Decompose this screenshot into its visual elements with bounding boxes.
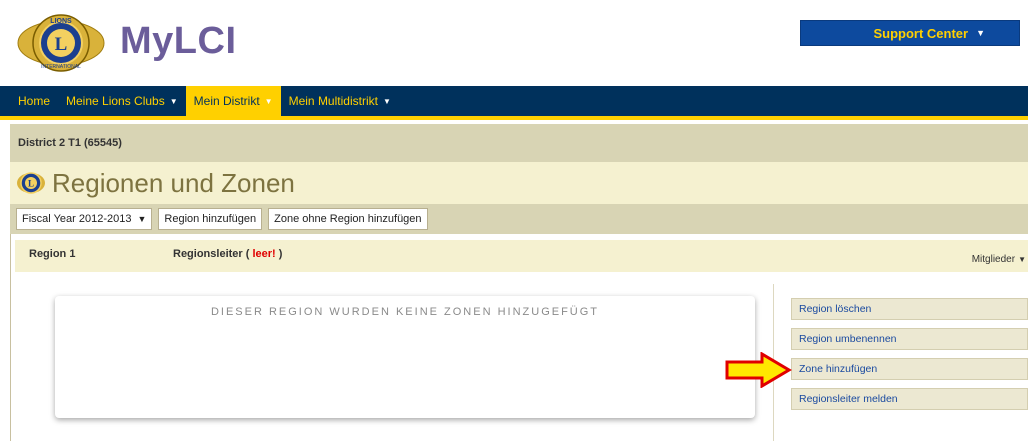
fiscal-year-select[interactable]: Fiscal Year 2012-2013 ▼ [16, 208, 153, 230]
brand-title: MyLCI [120, 20, 237, 62]
main-nav: Home Meine Lions Clubs ▼ Mein Distrikt ▼… [0, 86, 1028, 116]
svg-text:INTERNATIONAL: INTERNATIONAL [41, 64, 81, 70]
arrow-right-icon [725, 352, 792, 388]
nav-item-mein-multidistrikt[interactable]: Mein Multidistrikt ▼ [281, 86, 399, 116]
add-region-button[interactable]: Region hinzufügen [158, 208, 263, 230]
region-leader: Regionsleiter ( leer! ) [173, 248, 282, 260]
chevron-down-icon: ▼ [382, 96, 391, 106]
region-leader-suffix: ) [275, 248, 283, 260]
region-leader-empty[interactable]: leer! [252, 248, 275, 260]
nav-item-label: Meine Lions Clubs [66, 94, 165, 108]
rename-region-button[interactable]: Region umbenennen [791, 328, 1028, 350]
nav-item-label: Home [18, 94, 51, 108]
nav-item-label: Mein Distrikt [193, 94, 260, 108]
nav-item-meine-lions-clubs[interactable]: Meine Lions Clubs ▼ [58, 86, 186, 116]
support-center-button[interactable]: Support Center ▼ [800, 20, 1020, 46]
page-title: Regionen und Zonen [52, 167, 295, 198]
fiscal-year-label: Fiscal Year 2012-2013 [22, 213, 132, 225]
zones-panel: DIESER REGION WURDEN KEINE ZONEN HINZUGE… [55, 296, 755, 418]
members-dropdown[interactable]: Mitglieder ▼ [972, 254, 1026, 265]
lions-logo-icon: L [17, 172, 45, 194]
district-bar: District 2 T1 (65545) [10, 124, 1028, 162]
region-leader-label: Regionsleiter ( [173, 248, 253, 260]
support-center-label: Support Center [873, 25, 969, 41]
district-label: District 2 T1 (65545) [18, 137, 122, 149]
svg-text:L: L [55, 34, 68, 55]
chevron-down-icon: ▼ [169, 96, 178, 106]
region-header: Region 1 Regionsleiter ( leer! ) Mitglie… [15, 240, 1028, 272]
chevron-down-icon: ▼ [976, 28, 985, 38]
add-zone-button[interactable]: Zone hinzufügen [791, 358, 1028, 380]
svg-text:L: L [28, 179, 34, 189]
nav-item-mein-distrikt[interactable]: Mein Distrikt ▼ [185, 86, 281, 116]
nav-divider [0, 116, 1028, 120]
add-zone-without-region-button[interactable]: Zone ohne Region hinzufügen [268, 208, 428, 230]
members-label: Mitglieder [971, 254, 1016, 265]
report-region-leader-button[interactable]: Regionsleiter melden [791, 388, 1028, 410]
nav-item-home[interactable]: Home [10, 86, 58, 116]
header: L LIONS INTERNATIONAL MyLCI Support Cent… [0, 0, 1028, 82]
delete-region-button[interactable]: Region löschen [791, 298, 1028, 320]
nav-item-label: Mein Multidistrikt [288, 94, 378, 108]
chevron-down-icon: ▼ [137, 214, 147, 224]
chevron-down-icon: ▼ [1018, 255, 1026, 264]
page-title-bar: L Regionen und Zonen [10, 162, 1028, 204]
lions-logo-icon[interactable]: L LIONS INTERNATIONAL [16, 8, 106, 78]
svg-text:LIONS: LIONS [50, 18, 72, 25]
empty-zones-message: DIESER REGION WURDEN KEINE ZONEN HINZUGE… [210, 306, 600, 318]
toolbar: Fiscal Year 2012-2013 ▼ Region hinzufüge… [10, 204, 1028, 234]
region-name: Region 1 [29, 248, 76, 260]
chevron-down-icon: ▼ [264, 96, 273, 106]
